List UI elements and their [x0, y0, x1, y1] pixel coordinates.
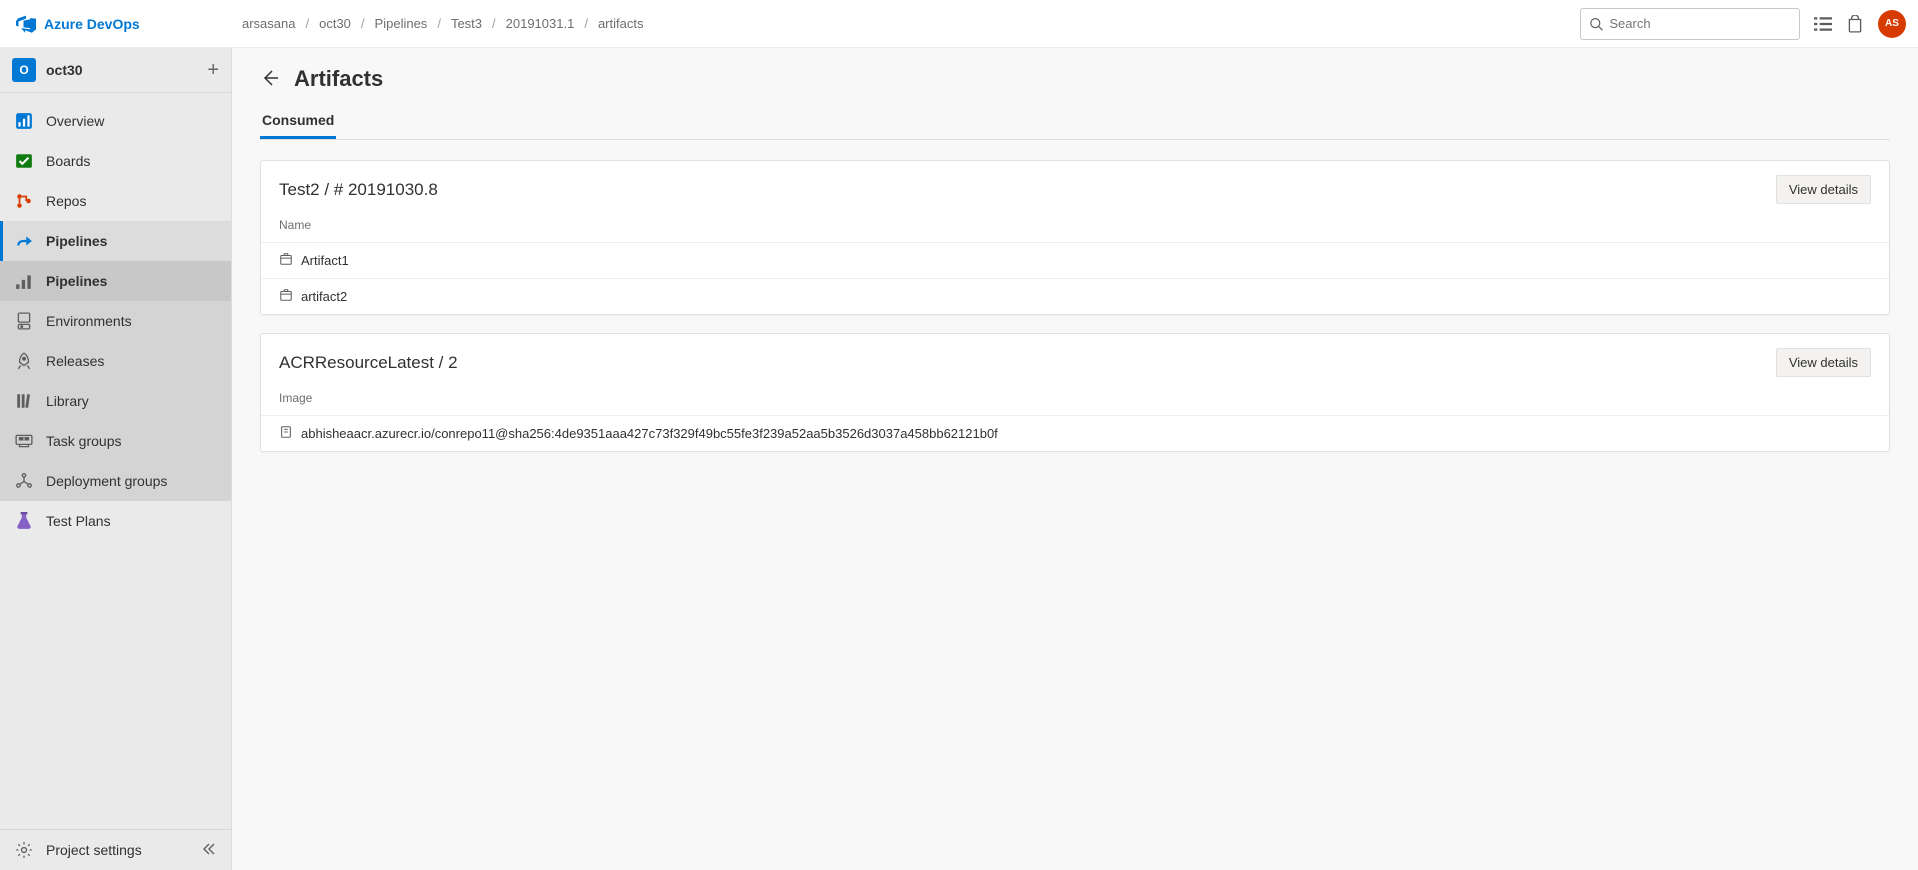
artifact-icon [279, 288, 293, 305]
sidebar-item-label: Pipelines [46, 273, 107, 289]
project-settings-label: Project settings [46, 842, 142, 858]
add-icon[interactable]: + [207, 59, 219, 82]
tabs: Consumed [260, 104, 1890, 140]
environments-icon [14, 311, 34, 331]
logo-area[interactable]: Azure DevOps [12, 14, 232, 34]
search-input[interactable] [1609, 16, 1791, 31]
sidebar-item-library[interactable]: Library [0, 381, 231, 421]
artifact-card: ACRResourceLatest / 2View detailsImageab… [260, 333, 1890, 452]
sub-pipelines-icon [14, 271, 34, 291]
sidebar-item-repos[interactable]: Repos [0, 181, 231, 221]
artifact-row[interactable]: Artifact1 [261, 242, 1889, 278]
column-header: Name [261, 212, 1889, 242]
sidebar-item-boards[interactable]: Boards [0, 141, 231, 181]
releases-icon [14, 351, 34, 371]
breadcrumb-segment[interactable]: Test3 [451, 16, 482, 31]
view-details-button[interactable]: View details [1776, 348, 1871, 377]
card-header: ACRResourceLatest / 2View details [261, 334, 1889, 385]
page-title: Artifacts [294, 66, 383, 92]
pipelines-icon [14, 231, 34, 251]
breadcrumb-separator: / [437, 16, 441, 31]
sidebar-item-label: Boards [46, 153, 90, 169]
sidebar-item-label: Task groups [46, 433, 121, 449]
taskgroups-icon [14, 431, 34, 451]
collapse-icon[interactable] [201, 841, 217, 860]
product-name: Azure DevOps [44, 16, 140, 32]
sidebar: O oct30 + Overview Boards Repos Pipelines Pi… [0, 48, 232, 870]
artifact-row-label: Artifact1 [301, 253, 349, 268]
breadcrumb-segment[interactable]: arsasana [242, 16, 295, 31]
shopping-bag-icon[interactable] [1846, 15, 1864, 33]
column-header: Image [261, 385, 1889, 415]
search-icon [1589, 16, 1603, 32]
artifact-row[interactable]: artifact2 [261, 278, 1889, 314]
sidebar-item-sub-pipelines[interactable]: Pipelines [0, 261, 231, 301]
main-content: Artifacts Consumed Test2 / # 20191030.8V… [232, 48, 1918, 870]
avatar[interactable]: AS [1878, 10, 1906, 38]
breadcrumb-segment[interactable]: Pipelines [375, 16, 428, 31]
sidebar-item-label: Pipelines [46, 233, 107, 249]
sidebar-item-pipelines[interactable]: Pipelines [0, 221, 231, 261]
sidebar-item-label: Environments [46, 313, 132, 329]
breadcrumb-segment[interactable]: artifacts [598, 16, 644, 31]
sidebar-item-label: Releases [46, 353, 104, 369]
boards-icon [14, 151, 34, 171]
header-right: AS [1580, 8, 1906, 40]
view-details-button[interactable]: View details [1776, 175, 1871, 204]
sidebar-item-overview[interactable]: Overview [0, 101, 231, 141]
artifact-card: Test2 / # 20191030.8View detailsNameArti… [260, 160, 1890, 315]
sidebar-item-deploymentgroups[interactable]: Deployment groups [0, 461, 231, 501]
artifact-row-label: artifact2 [301, 289, 347, 304]
project-header[interactable]: O oct30 + [0, 48, 231, 93]
project-settings[interactable]: Project settings [0, 829, 231, 870]
search-box[interactable] [1580, 8, 1800, 40]
azure-devops-icon [16, 14, 36, 34]
breadcrumb-separator: / [361, 16, 365, 31]
project-name: oct30 [46, 62, 207, 78]
card-title: Test2 / # 20191030.8 [279, 180, 1776, 200]
artifact-row-label: abhisheaacr.azurecr.io/conrepo11@sha256:… [301, 426, 998, 441]
breadcrumb-separator: / [305, 16, 309, 31]
sidebar-item-releases[interactable]: Releases [0, 341, 231, 381]
card-title: ACRResourceLatest / 2 [279, 353, 1776, 373]
breadcrumb: arsasana / oct30 / Pipelines / Test3 / 20191031.… [242, 16, 1580, 31]
sidebar-item-label: Overview [46, 113, 104, 129]
gear-icon [14, 840, 34, 860]
image-icon [279, 425, 293, 442]
project-badge: O [12, 58, 36, 82]
breadcrumb-segment[interactable]: oct30 [319, 16, 351, 31]
page-header: Artifacts [260, 66, 1890, 92]
deploymentgroups-icon [14, 471, 34, 491]
repos-icon [14, 191, 34, 211]
sidebar-item-testplans[interactable]: Test Plans [0, 501, 231, 541]
sidebar-item-label: Repos [46, 193, 86, 209]
breadcrumb-segment[interactable]: 20191031.1 [506, 16, 575, 31]
library-icon [14, 391, 34, 411]
nav-list: Overview Boards Repos Pipelines Pipelines Env… [0, 93, 231, 829]
sidebar-item-label: Deployment groups [46, 473, 167, 489]
artifact-row[interactable]: abhisheaacr.azurecr.io/conrepo11@sha256:… [261, 415, 1889, 451]
sidebar-item-taskgroups[interactable]: Task groups [0, 421, 231, 461]
sidebar-item-environments[interactable]: Environments [0, 301, 231, 341]
back-arrow-icon[interactable] [260, 68, 280, 91]
breadcrumb-separator: / [584, 16, 588, 31]
sidebar-item-label: Test Plans [46, 513, 111, 529]
card-header: Test2 / # 20191030.8View details [261, 161, 1889, 212]
sidebar-item-label: Library [46, 393, 89, 409]
artifact-icon [279, 252, 293, 269]
top-header: Azure DevOps arsasana / oct30 / Pipelines / Te… [0, 0, 1918, 48]
overview-icon [14, 111, 34, 131]
breadcrumb-separator: / [492, 16, 496, 31]
list-icon[interactable] [1814, 15, 1832, 33]
tab-consumed[interactable]: Consumed [260, 104, 336, 139]
testplans-icon [14, 511, 34, 531]
